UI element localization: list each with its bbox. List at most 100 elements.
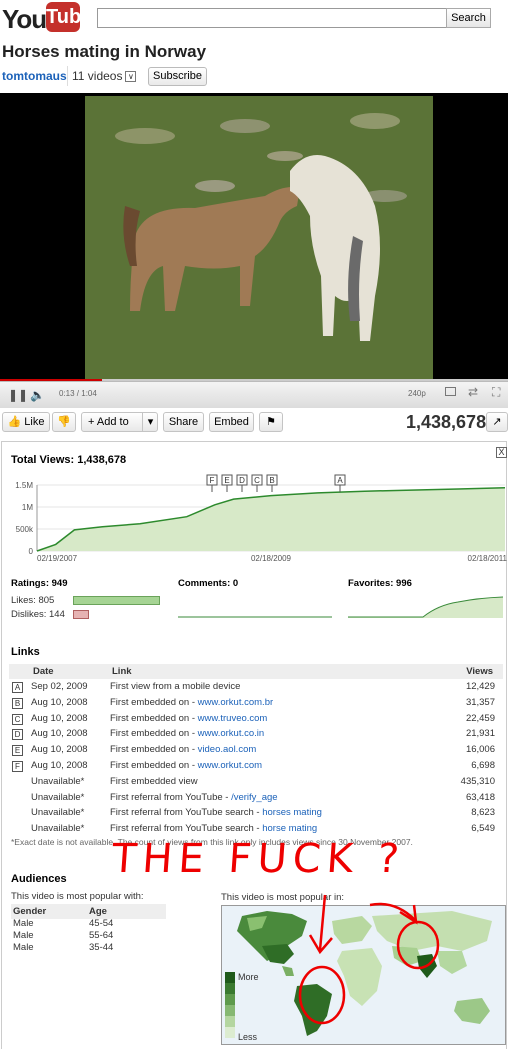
audience-table-header: Gender Age: [11, 904, 166, 919]
channel-owner-link[interactable]: tomtomaus: [2, 69, 67, 83]
video-count-label: 11 videos: [72, 69, 123, 83]
link-text: First embedded on -: [110, 744, 198, 756]
gender-header: Gender: [13, 906, 47, 917]
marker-label: D: [239, 476, 245, 485]
annotation-arrows: [298, 894, 440, 1025]
circle-india: [396, 920, 440, 970]
quality-selector[interactable]: 240p: [408, 389, 426, 398]
link-url[interactable]: horse mating: [262, 823, 317, 834]
share-button[interactable]: Share: [163, 412, 204, 432]
video-frame-image: [85, 96, 433, 379]
link-views: 435,310: [460, 775, 495, 787]
subscribe-button[interactable]: Subscribe: [148, 67, 207, 86]
thumbs-down-icon: 👎: [57, 416, 71, 428]
like-button[interactable]: 👍 Like: [2, 412, 50, 432]
table-row: Male 55-64: [13, 930, 163, 942]
link-views: 63,418: [465, 791, 495, 803]
table-row: Unavailable* First referral from YouTube …: [9, 807, 505, 823]
link-text: First embedded on -: [110, 728, 198, 740]
link-description: First referral from YouTube search - hor…: [110, 823, 317, 834]
link-description: First referral from YouTube - /verify_ag…: [110, 792, 278, 803]
link-url[interactable]: www.orkut.com.br: [198, 697, 274, 708]
marker-badge: B: [12, 697, 23, 709]
link-date: Aug 10, 2008: [31, 760, 88, 771]
search-input[interactable]: [97, 8, 447, 28]
link-description: First embedded view: [110, 776, 198, 787]
like-label: Like: [24, 416, 45, 428]
flag-button[interactable]: ⚑: [259, 412, 283, 432]
link-url[interactable]: www.orkut.co.in: [198, 728, 265, 739]
link-date: Aug 10, 2008: [31, 728, 88, 740]
logo-tube-text: Tube: [46, 6, 93, 28]
add-to-label: Add to: [96, 416, 129, 428]
ratings-label: Ratings: 949: [11, 578, 68, 589]
search-button[interactable]: Search: [446, 8, 491, 28]
flag-icon: ⚑: [266, 416, 276, 428]
link-text: First referral from YouTube search -: [110, 807, 263, 819]
volume-icon[interactable]: 🔈: [30, 388, 45, 402]
link-views: 12,429: [465, 681, 495, 692]
link-url[interactable]: video.aol.com: [198, 744, 257, 755]
plus-icon: +: [88, 416, 95, 428]
link-url[interactable]: horses mating: [262, 807, 322, 818]
favorites-sparkline: [348, 596, 504, 618]
video-frame[interactable]: [85, 96, 433, 379]
close-icon[interactable]: X: [496, 447, 507, 458]
link-text: First embedded on -: [110, 760, 198, 771]
expand-icon[interactable]: ⇄: [468, 385, 478, 399]
y-tick-label: 1.5M: [15, 481, 33, 490]
link-date: Unavailable*: [31, 775, 85, 787]
table-row: Unavailable* First embedded view 435,310: [9, 776, 505, 792]
audience-age: 55-64: [89, 930, 114, 941]
dislike-button[interactable]: 👎: [52, 412, 76, 432]
video-count-dropdown[interactable]: 11 videos ∨: [67, 66, 140, 86]
view-count: 1,438,678: [406, 412, 487, 432]
views-area: [37, 487, 505, 551]
x-tick-label: 02/18/2011: [468, 554, 508, 563]
link-date: Unavailable*: [31, 823, 85, 835]
pause-icon[interactable]: ❚❚: [8, 388, 28, 402]
map-legend-more: More: [238, 972, 259, 982]
marker-label: A: [337, 476, 343, 485]
link-url[interactable]: www.truveo.com: [198, 713, 268, 724]
date-header: Date: [33, 666, 54, 677]
comments-sparkline: [178, 616, 332, 618]
table-row: C Aug 10, 2008 First embedded on - www.tru…: [9, 713, 505, 729]
link-text: First embedded view: [110, 775, 198, 787]
popout-icon[interactable]: [445, 387, 456, 396]
marker-label: C: [254, 476, 260, 485]
likes-label: Likes: 805: [11, 595, 55, 606]
link-date: Aug 10, 2008: [31, 696, 88, 708]
audience-age: 45-54: [89, 918, 114, 929]
link-date: Unavailable*: [31, 807, 85, 819]
link-url[interactable]: /verify_age: [231, 792, 277, 803]
link-text: First embedded on -: [110, 696, 198, 708]
video-title: Horses mating in Norway: [2, 42, 207, 61]
chevron-down-icon[interactable]: ▾: [142, 413, 158, 431]
links-table-header: Date Link Views: [9, 664, 503, 679]
thumbs-up-icon: 👍: [7, 416, 22, 428]
audience-age: 35-44: [89, 942, 114, 953]
link-views: 6,549: [471, 823, 495, 835]
link-text: First referral from YouTube search -: [110, 823, 263, 835]
map-legend-less: Less: [238, 1032, 258, 1042]
marker-badge: D: [12, 729, 23, 741]
link-description: First embedded on - www.orkut.com.br: [110, 697, 273, 708]
favorites-label: Favorites: 996: [348, 578, 412, 589]
views-header: Views: [466, 666, 493, 677]
table-row: B Aug 10, 2008 First embedded on - www.ork…: [9, 697, 505, 713]
marker-badge: E: [12, 745, 23, 757]
fullscreen-icon[interactable]: ⛶: [492, 385, 500, 400]
link-views: 6,698: [471, 760, 495, 771]
y-tick-label: 1M: [22, 503, 33, 512]
player-controls: ❚❚ 🔈 0:13 / 1:04 240p ⇄ ⛶: [0, 381, 508, 408]
comments-label: Comments: 0: [178, 578, 239, 589]
embed-button[interactable]: Embed: [209, 412, 254, 432]
dislikes-label: Dislikes: 144: [11, 609, 65, 620]
stats-toggle-button[interactable]: ↗: [486, 412, 508, 432]
add-to-button[interactable]: + Add to ▾: [81, 412, 158, 432]
link-url[interactable]: www.orkut.com: [198, 760, 262, 771]
logo-you-text: You: [2, 4, 47, 34]
link-description: First view from a mobile device: [110, 681, 240, 692]
circle-south-america: [298, 965, 346, 1025]
